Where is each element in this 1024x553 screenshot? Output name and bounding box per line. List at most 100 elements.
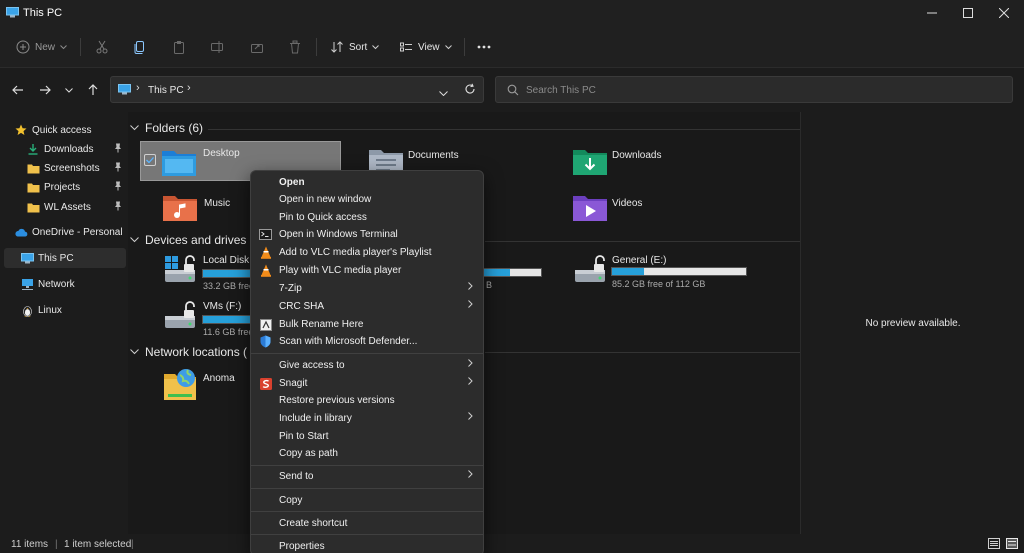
folder-icon: [26, 180, 40, 194]
toolbar-divider: [316, 38, 317, 56]
sidebar-item-linux[interactable]: Linux: [20, 300, 126, 320]
details-view-icon: [988, 538, 1000, 549]
section-header-devices[interactable]: Devices and drives (: [130, 233, 254, 247]
vlc-icon: [259, 246, 272, 259]
folder-tile-videos[interactable]: Videos: [568, 190, 768, 226]
menu-item-7zip[interactable]: 7-Zip: [255, 280, 481, 297]
selection-count: 1 item selected: [64, 539, 132, 550]
close-button[interactable]: [986, 0, 1022, 26]
maximize-button[interactable]: [950, 0, 986, 26]
sort-icon: [331, 41, 343, 53]
sidebar-item-label: WL Assets: [44, 201, 91, 213]
sidebar-item-wl-assets[interactable]: WL Assets: [26, 197, 126, 217]
menu-item-copy-as-path[interactable]: Copy as path: [255, 445, 481, 462]
drive-free-space: B: [486, 280, 493, 290]
search-input[interactable]: [526, 83, 996, 97]
selection-checkbox[interactable]: [144, 154, 156, 166]
minimize-button[interactable]: [914, 0, 950, 26]
view-button[interactable]: View: [399, 26, 452, 68]
sidebar-item-label: Quick access: [32, 124, 92, 136]
paste-button[interactable]: [172, 26, 186, 68]
pin-icon: [114, 162, 122, 175]
share-icon: [251, 44, 263, 53]
drive-tile-general[interactable]: General (E:) 85.2 GB free of 112 GB: [568, 250, 788, 294]
view-label: View: [418, 41, 440, 53]
sidebar-item-this-pc[interactable]: This PC: [4, 248, 126, 268]
breadcrumb-this-pc[interactable]: This PC: [148, 85, 184, 96]
search-box[interactable]: [495, 76, 1013, 103]
address-row: › This PC ›: [0, 68, 1024, 112]
menu-item-send-to[interactable]: Send to: [255, 468, 481, 485]
menu-item-crc-sha[interactable]: CRC SHA: [255, 298, 481, 315]
recent-locations-button[interactable]: [61, 82, 77, 98]
delete-button[interactable]: [288, 26, 302, 68]
menu-item-snagit[interactable]: Snagit: [255, 375, 481, 392]
menu-item-open-new-window[interactable]: Open in new window: [255, 191, 481, 208]
tiles-view-button[interactable]: [1006, 538, 1018, 552]
forward-button[interactable]: [37, 82, 53, 98]
drive-label: Local Disk (: [203, 255, 256, 266]
sidebar-item-projects[interactable]: Projects: [26, 177, 126, 197]
refresh-button[interactable]: [464, 83, 476, 98]
search-icon: [507, 84, 519, 99]
rename-icon: [211, 41, 223, 53]
section-header-network-locations[interactable]: Network locations (: [130, 345, 247, 359]
menu-item-open[interactable]: Open: [255, 174, 481, 191]
menu-item-restore-versions[interactable]: Restore previous versions: [255, 392, 481, 409]
address-history-button[interactable]: [439, 87, 448, 99]
sidebar-item-label: Screenshots: [44, 162, 100, 174]
menu-item-vlc-playlist[interactable]: Add to VLC media player's Playlist: [255, 244, 481, 261]
menu-item-open-terminal[interactable]: Open in Windows Terminal: [255, 226, 481, 243]
menu-item-vlc-play[interactable]: Play with VLC media player: [255, 262, 481, 279]
details-view-button[interactable]: [988, 538, 1000, 552]
ellipsis-icon: [477, 45, 491, 49]
menu-separator: [251, 353, 483, 354]
chevron-right-icon: [468, 470, 473, 481]
menu-item-include-library[interactable]: Include in library: [255, 410, 481, 427]
chevron-right-icon: [468, 412, 473, 423]
up-button[interactable]: [85, 82, 101, 98]
address-bar[interactable]: › This PC ›: [110, 76, 484, 103]
share-button[interactable]: [250, 26, 264, 68]
menu-item-properties[interactable]: Properties: [255, 538, 481, 553]
plus-circle-icon: [16, 40, 30, 54]
menu-item-give-access[interactable]: Give access to: [255, 357, 481, 374]
sidebar-item-downloads[interactable]: Downloads: [26, 139, 126, 159]
sidebar-item-quick-access[interactable]: Quick access: [14, 120, 136, 140]
copy-icon: [134, 41, 144, 54]
chevron-right-icon: [468, 377, 473, 388]
menu-item-create-shortcut[interactable]: Create shortcut: [255, 515, 481, 532]
arrow-right-icon: [40, 85, 51, 95]
drive-free-space: 85.2 GB free of 112 GB: [612, 279, 706, 289]
chevron-right-icon: [468, 359, 473, 370]
folder-tile-downloads[interactable]: Downloads: [568, 144, 768, 180]
back-button[interactable]: [10, 82, 26, 98]
sort-button[interactable]: Sort: [330, 26, 380, 68]
drive-tile-partial[interactable]: B: [478, 262, 548, 292]
sidebar-item-onedrive[interactable]: OneDrive - Personal: [14, 222, 126, 242]
new-button[interactable]: New: [16, 26, 67, 68]
drive-usage-bar: [611, 267, 747, 276]
cloud-icon: [14, 225, 28, 239]
folder-label: Downloads: [612, 150, 662, 161]
menu-item-pin-start[interactable]: Pin to Start: [255, 428, 481, 445]
menu-item-bulk-rename[interactable]: Bulk Rename Here: [255, 316, 481, 333]
section-header-folders[interactable]: Folders (6): [130, 121, 203, 135]
sidebar-item-network[interactable]: Network: [20, 274, 126, 294]
rename-button[interactable]: [210, 26, 224, 68]
menu-item-defender[interactable]: Scan with Microsoft Defender...: [255, 333, 481, 350]
sidebar-item-screenshots[interactable]: Screenshots: [26, 158, 126, 178]
pin-icon: [114, 201, 122, 214]
menu-item-copy[interactable]: Copy: [255, 492, 481, 509]
more-options-button[interactable]: [477, 26, 491, 68]
breadcrumb-separator[interactable]: ›: [187, 82, 191, 94]
menu-item-pin-quick-access[interactable]: Pin to Quick access: [255, 209, 481, 226]
copy-button[interactable]: [133, 26, 147, 68]
menu-separator: [251, 534, 483, 535]
locked-drive-icon: [572, 253, 608, 288]
sidebar-item-label: OneDrive - Personal: [32, 226, 123, 238]
view-icon: [400, 42, 412, 52]
sidebar-item-label: Downloads: [44, 143, 94, 155]
cut-button[interactable]: [95, 26, 109, 68]
new-label: New: [35, 41, 56, 53]
